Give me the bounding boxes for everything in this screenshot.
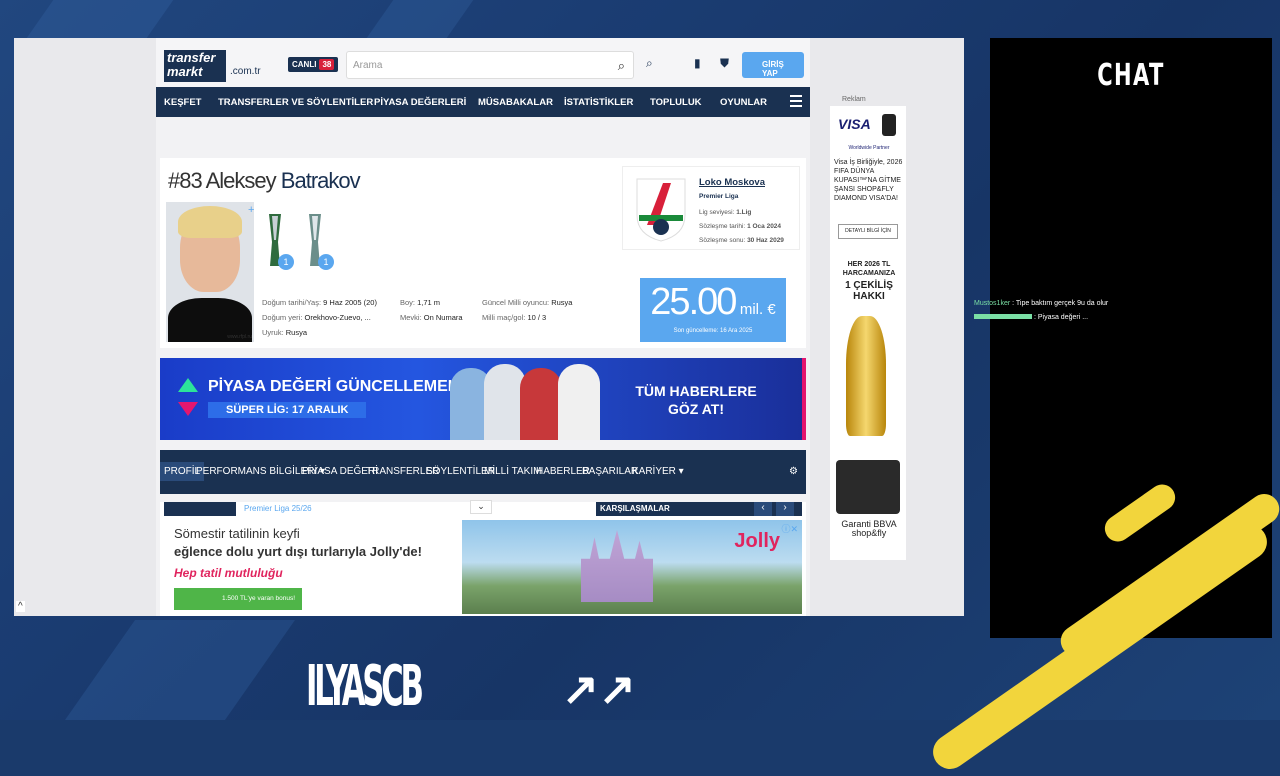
tab-career[interactable]: KARİYER ▾: [632, 466, 684, 477]
chevron-down-icon[interactable]: ⌄: [470, 500, 492, 514]
info-nationality: Uyruk: Rusya: [262, 328, 308, 337]
browser-window: transfer markt .com.tr CANLI 38 Arama ⌕ ⌕ …: [14, 38, 964, 616]
site-domain: .com.tr: [230, 66, 261, 77]
shield-icon[interactable]: ⛊: [720, 56, 729, 71]
photo-credit: www.rfpl.ru: [227, 334, 252, 340]
search-input[interactable]: Arama ⌕: [346, 51, 634, 79]
profile-subnav: PROFİL PERFORMANS BİLGİLERİ ▾ PİYASA DEĞ…: [160, 450, 806, 494]
info-national-player: Güncel Milli oyuncu: Rusya: [482, 298, 573, 307]
market-value: 25.00: [650, 281, 737, 323]
gear-icon[interactable]: ⚙: [789, 466, 798, 477]
club-contract: Sözleşme sonu: 30 Haz 2029: [699, 237, 784, 244]
prev-icon[interactable]: ‹: [754, 502, 772, 516]
streamer-logo-icon: ↗↗: [562, 665, 636, 714]
club-box[interactable]: Loko Moskova Premier Liga Lig seviyesi: …: [622, 166, 800, 250]
chat-message: : Piyasa değeri ...: [974, 314, 1088, 321]
nav-item[interactable]: İSTATİSTİKLER: [564, 97, 633, 108]
visa-side-ad[interactable]: VISA Worldwide Partner Visa İş Birliğiyl…: [830, 106, 906, 560]
ad-bonus: 1.500 TL'ye varan bonus!: [174, 588, 302, 610]
main-nav: KEŞFET TRANSFERLER VE SÖYLENTİLER PİYASA…: [156, 87, 810, 117]
site-logo[interactable]: transfer markt: [164, 50, 226, 82]
site-header: transfer markt .com.tr CANLI 38 Arama ⌕ ⌕ …: [156, 38, 810, 88]
info-birthplace: Doğum yeri: Orekhovo-Zuevo, ...: [262, 313, 371, 322]
arrow-up-icon: [178, 378, 198, 392]
login-button[interactable]: GİRİŞ YAP: [742, 52, 804, 78]
arrow-down-icon: [178, 402, 198, 416]
trophy-count-badge: 1: [318, 254, 334, 270]
banner-subtitle: SÜPER LİG: 17 ARALIK: [208, 402, 367, 418]
live-button[interactable]: CANLI 38: [288, 57, 339, 72]
info-birthdate: Doğum tarihi/Yaş: 9 Haz 2005 (20): [262, 298, 377, 307]
ad-line2: eğlence dolu yurt dışı turlarıyla Jolly'…: [174, 544, 422, 559]
bookmark-icon[interactable]: ▮: [694, 56, 701, 70]
banner-cta[interactable]: TÜM HABERLERE GÖZ AT!: [626, 382, 766, 418]
club-joined: Sözleşme tarihi: 1 Oca 2024: [699, 223, 782, 230]
club-crest-icon[interactable]: [633, 175, 689, 243]
club-name[interactable]: Loko Moskova: [699, 177, 765, 188]
plus-icon[interactable]: +: [248, 204, 254, 216]
nav-item[interactable]: MÜSABAKALAR: [478, 97, 553, 108]
player-photo: www.rfpl.ru: [166, 202, 254, 342]
visa-logo: VISA: [838, 116, 871, 132]
player-card: #83 Aleksey Batrakov www.rfpl.ru + 1 1 D…: [160, 158, 806, 348]
ad-details-button[interactable]: DETAYLI BİLGİ İÇİN: [838, 224, 898, 239]
market-value-box[interactable]: 25.00 mil. € Son güncelleme: 16 Ara 2025: [640, 278, 786, 342]
fifa-cup-icon: [882, 114, 896, 136]
nav-item[interactable]: PİYASA DEĞERLERİ: [374, 97, 466, 108]
tab-achievements[interactable]: BAŞARILAR: [582, 466, 638, 477]
scroll-up-icon[interactable]: ^: [16, 601, 25, 612]
chat-title: CHAT: [1097, 58, 1165, 93]
tab-national-team[interactable]: MİLLİ TAKIM: [484, 466, 541, 477]
ad-text: Visa İş Birliğiyle, 2026 FIFA DÜNYA KUPA…: [834, 159, 903, 202]
transfermarkt-page: transfer markt .com.tr CANLI 38 Arama ⌕ ⌕ …: [156, 38, 810, 616]
nav-item[interactable]: TOPLULUK: [650, 97, 702, 108]
page-title: #83 Aleksey Batrakov: [168, 168, 361, 193]
search-icon[interactable]: ⌕: [618, 58, 625, 74]
market-value-unit: mil. €: [739, 301, 776, 318]
banner-players-image: [450, 362, 610, 440]
ad-line1: Sömestir tatilinin keyfi: [174, 526, 300, 541]
banner-title: PİYASA DEĞERİ GÜNCELLEMELERİ: [208, 378, 485, 395]
info-caps-goals: Milli maç/gol: 10 / 3: [482, 313, 547, 322]
chat-message: Mustos1ker : Tipe baktım gerçek 9u da ol…: [974, 300, 1109, 307]
market-value-updated: Son güncelleme: 16 Ara 2025: [673, 328, 753, 334]
ad-line3: Hep tatil mutluluğu: [174, 566, 283, 580]
credit-card-image: [836, 460, 900, 514]
nav-item[interactable]: TRANSFERLER VE SÖYLENTİLER: [218, 97, 373, 108]
league-label[interactable]: Premier Liga 25/26: [244, 504, 312, 513]
streamer-name: ILYASCB: [306, 654, 424, 719]
nav-item[interactable]: KEŞFET: [164, 97, 201, 108]
ad-brand: Jolly: [734, 530, 780, 552]
next-icon[interactable]: ›: [776, 502, 794, 516]
jolly-ad[interactable]: Sömestir tatilinin keyfi eğlence dolu yu…: [160, 516, 804, 616]
user-search-icon[interactable]: ⌕: [646, 56, 653, 71]
club-league-level: Lig seviyesi: 1.Lig: [699, 209, 752, 216]
ad-info-icon[interactable]: ⓘ✕: [781, 522, 798, 535]
ad-bank: Garanti BBVA shop&fly: [841, 519, 897, 538]
nav-item[interactable]: OYUNLAR: [720, 97, 767, 108]
ad-text3: 1 ÇEKİLİŞ HAKKI: [845, 280, 893, 302]
ad-text2: HER 2026 TL HARCAMANIZA: [842, 261, 896, 277]
info-height: Boy: 1,71 m: [400, 298, 441, 307]
ad-label: Reklam: [842, 96, 866, 103]
club-league[interactable]: Premier Liga: [699, 193, 738, 200]
world-cup-icon: [846, 316, 886, 436]
search-placeholder: Arama: [353, 60, 383, 71]
ad-partner: Worldwide Partner: [848, 145, 890, 151]
market-value-banner[interactable]: PİYASA DEĞERİ GÜNCELLEMELERİ SÜPER LİG: …: [160, 358, 806, 440]
ad-castle-image: Jolly ⓘ✕: [462, 520, 802, 614]
info-position: Mevki: On Numara: [400, 313, 463, 322]
trophy-count-badge: 1: [278, 254, 294, 270]
menu-icon[interactable]: [790, 95, 802, 107]
